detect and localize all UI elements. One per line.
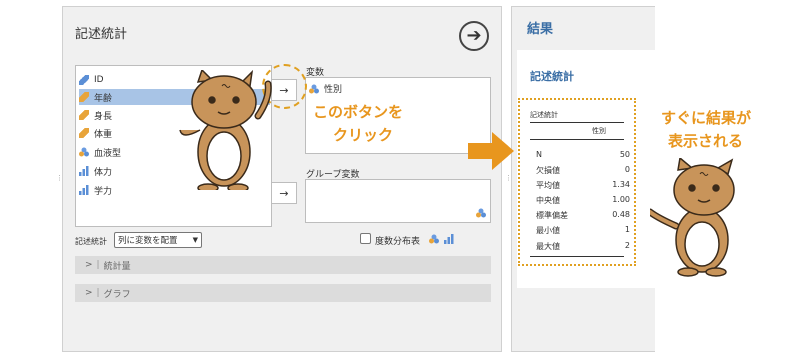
result-annotation: 表示される [668, 132, 744, 150]
pencil-orange-icon [79, 110, 89, 120]
variables-box-item[interactable]: 性別 [309, 82, 342, 95]
table-row: 最大値 2 [536, 241, 630, 251]
stats-option-label: 記述統計 [75, 237, 107, 246]
results-title: 結果 [527, 22, 554, 37]
table-row: N 50 [536, 150, 630, 159]
chevron-right-icon: > [85, 288, 93, 298]
table-row: 最小値 1 [536, 225, 630, 235]
analysis-panel: 記述統計 ➔ ID 年齢 身長 体重 血液型 体力 学力 → 変数 性別 → グ… [62, 6, 502, 352]
nominal-icon [429, 234, 439, 244]
table-title: 記述統計 [530, 111, 558, 119]
splitter-handle[interactable]: ⋮ [56, 175, 63, 182]
pencil-orange-icon [79, 92, 89, 102]
table-col-header: 性別 [592, 127, 606, 135]
cat-mascot-illustration [179, 70, 272, 190]
nominal-icon [309, 84, 319, 93]
table-row: 中央値 1.00 [536, 195, 630, 205]
layout-select[interactable]: 列に変数を配置 ▼ [114, 232, 202, 248]
panel-title: 記述統計 [75, 27, 128, 42]
results-highlight: 記述統計 性別 N 50 欠損値 0 平均値 1.34 中央値 1.00 標準偏差 0.4… [518, 98, 636, 266]
nominal-icon [476, 208, 486, 218]
chevron-down-icon: ▼ [192, 236, 198, 244]
freq-table-checkbox[interactable] [360, 233, 371, 244]
group-variable-box[interactable] [305, 179, 491, 223]
big-arrow-icon [468, 132, 514, 170]
run-analysis-button[interactable]: ➔ [459, 21, 489, 51]
bar-chart-icon [444, 234, 454, 244]
results-subtitle: 記述統計 [530, 70, 574, 83]
chevron-right-icon: > [85, 260, 93, 270]
pencil-orange-icon [79, 128, 89, 138]
bar-chart-icon [79, 185, 89, 195]
bar-chart-icon [79, 166, 89, 176]
pencil-blue-icon [79, 75, 89, 85]
click-annotation: このボタンを [313, 103, 404, 121]
stats-section-toggle[interactable]: > | 統計量 [75, 256, 491, 274]
table-row: 平均値 1.34 [536, 180, 630, 190]
arrow-circle-icon: ➔ [466, 25, 482, 46]
table-row: 欠損値 0 [536, 165, 630, 175]
freq-table-label: 度数分布表 [375, 237, 421, 247]
graph-section-toggle[interactable]: > | グラフ [75, 284, 491, 302]
table-row: 標準偏差 0.48 [536, 210, 630, 220]
nominal-icon [79, 147, 89, 157]
cat-mascot-illustration [650, 158, 735, 277]
result-annotation: すぐに結果が [661, 109, 752, 127]
click-annotation: クリック [333, 126, 394, 144]
